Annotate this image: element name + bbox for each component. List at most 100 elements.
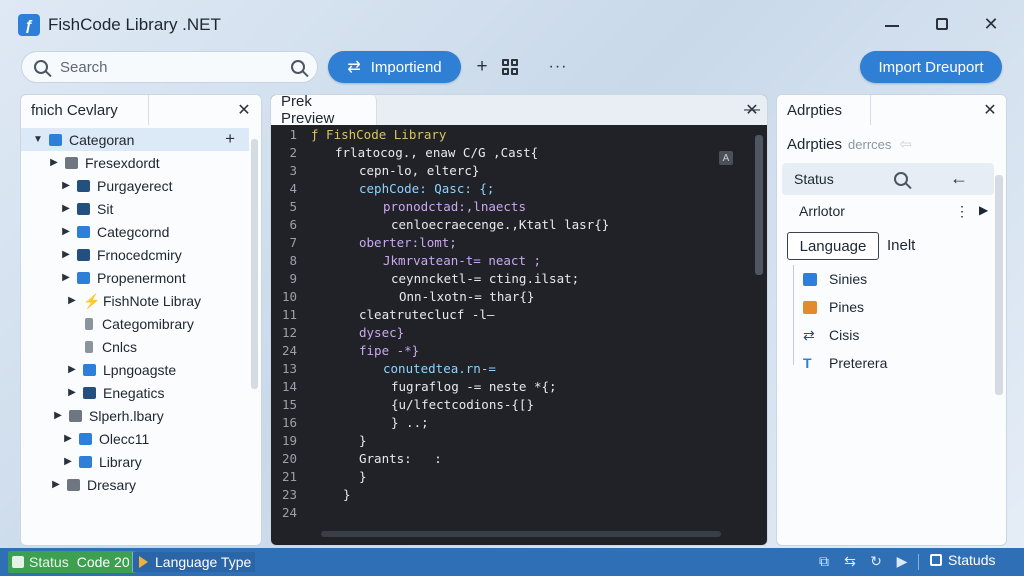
close-icon[interactable]: ✕ [743, 101, 761, 119]
importend-button[interactable]: ⇄ Importiend [328, 51, 461, 83]
divider [918, 554, 919, 570]
tree-item[interactable]: ▶ Categcornd [21, 220, 249, 243]
grid-icon[interactable] [499, 56, 521, 78]
tab-preview[interactable]: Prek Preview [271, 95, 377, 127]
chevron-right-icon[interactable]: ▶ [49, 157, 59, 168]
tree-item[interactable]: ▶ Sit [21, 197, 249, 220]
chevron-right-icon[interactable]: ▶ [61, 226, 71, 237]
architecture-label: Arrlotor [799, 203, 845, 219]
more-options-icon[interactable]: ··· [547, 56, 569, 78]
tree-item[interactable]: ▶ Dresary [21, 473, 249, 496]
search-icon [34, 60, 48, 74]
code-line: 15 {u/lfectcodions-{[} [271, 395, 755, 413]
tree-item[interactable]: ▶ Fresexdordt [21, 151, 249, 174]
tree-item-label: FishNote Libray [103, 292, 202, 309]
property-label: Pines [829, 299, 865, 315]
add-icon[interactable]: + [225, 129, 235, 149]
architecture-row[interactable]: Arrlotor ⋮ ▶ [799, 203, 989, 219]
chevron-right-icon[interactable]: ▶ [61, 180, 71, 191]
chevron-right-icon[interactable]: ▶ [61, 249, 71, 260]
property-item[interactable]: ⇄ Cisis [803, 321, 887, 349]
code-line: 23} [271, 485, 755, 503]
title-bar: ƒ FishCode Library .NET ✕ [0, 0, 1024, 48]
chevron-right-icon[interactable]: ▶ [67, 364, 77, 375]
horizontal-scrollbar[interactable] [321, 531, 721, 537]
line-number: 16 [281, 414, 297, 430]
folder-icon [67, 478, 80, 491]
import-drexport-button[interactable]: Import Dreuport [860, 51, 1002, 83]
refresh-icon[interactable]: ↻ [868, 553, 884, 569]
tree-item[interactable]: ▶ Purgayerect [21, 174, 249, 197]
language-type-selector[interactable]: Language Type [132, 552, 256, 572]
chevron-right-icon[interactable]: ▶ [67, 387, 77, 398]
chevron-right-icon[interactable]: ▶ [61, 272, 71, 283]
tree-item[interactable]: ▶ Olecc11 [21, 427, 249, 450]
tree-item[interactable]: ▶ ⚡ FishNote Libray [21, 289, 249, 312]
chevron-right-icon[interactable]: ▶ [51, 479, 61, 490]
tree-item[interactable]: ▶ Library [21, 450, 249, 473]
property-item[interactable]: Sinies [803, 265, 887, 293]
line-number: 8 [289, 252, 297, 268]
code-text: oberter:lomt; [359, 234, 457, 250]
close-icon[interactable]: ✕ [235, 101, 253, 119]
search-box[interactable] [21, 51, 318, 83]
statuds-item[interactable]: Statuds [930, 552, 995, 568]
tab-library[interactable]: fnich Cevlary [21, 95, 149, 125]
chevron-down-icon[interactable]: ▼ [33, 134, 43, 145]
swap-icon[interactable]: ⇆ [842, 553, 858, 569]
kebab-menu-icon[interactable]: ⋮ [955, 203, 969, 220]
tree-item[interactable]: ▼ Categoran + [21, 128, 249, 151]
tree-item[interactable]: Categomibrary [21, 312, 249, 335]
code-text: dysec} [359, 324, 405, 340]
scrollbar[interactable] [755, 135, 763, 275]
status-bar: Status Code 20 Language Type ⧉ ⇆ ↻ ▶ Statud… [0, 548, 1024, 576]
line-number: 23 [281, 486, 297, 502]
chevron-right-icon[interactable]: ▶ [53, 410, 63, 421]
maximize-button[interactable] [930, 12, 954, 36]
code-line: 12 dysec} [271, 323, 755, 341]
code-editor[interactable]: 1 ƒ FishCode Library 2 frlatocog., enaw C/G… [271, 125, 755, 525]
minimize-button[interactable] [880, 12, 904, 36]
line-number: 7 [289, 234, 297, 250]
property-item[interactable]: Pines [803, 293, 887, 321]
back-icon[interactable]: ← [950, 168, 968, 189]
scrollbar[interactable] [995, 175, 1003, 395]
search-submit-icon[interactable] [291, 60, 305, 74]
tree-item[interactable]: ▶ Propenermont [21, 266, 249, 289]
status-filter-row[interactable]: Status ← [782, 163, 994, 195]
search-icon[interactable] [894, 172, 908, 186]
status-square-icon [12, 556, 24, 568]
close-icon[interactable]: ✕ [981, 101, 999, 119]
code-text: } ..; [391, 414, 429, 430]
window-title: FishCode Library .NET [48, 15, 221, 34]
scrollbar[interactable] [251, 139, 258, 389]
editor-glyph-icon[interactable]: A [719, 151, 733, 165]
add-icon[interactable]: + [471, 56, 493, 78]
code-line: 16 } ..; [271, 413, 755, 431]
chevron-right-icon[interactable]: ▶ [61, 203, 71, 214]
tree-item-label: Fresexdordt [85, 154, 160, 171]
tree-item[interactable]: ▶ Enegatics [21, 381, 249, 404]
tree-guide-line [793, 265, 794, 365]
tree-item[interactable]: ▶ Slperh.lbary [21, 404, 249, 427]
line-number: 13 [281, 360, 297, 376]
copy-icon[interactable]: ⧉ [816, 553, 832, 569]
back-arrow-icon[interactable]: ⇦ [899, 136, 912, 153]
chevron-right-icon[interactable]: ▶ [67, 295, 77, 306]
status-indicator[interactable]: Status Code 20 [8, 551, 136, 573]
language-button[interactable]: Language [787, 232, 879, 260]
close-window-button[interactable]: ✕ [979, 12, 1003, 36]
code-text: Grants: : [359, 450, 442, 466]
tree-item[interactable]: Cnlcs [21, 335, 249, 358]
tab-properties[interactable]: Adrpties [777, 95, 871, 125]
search-input[interactable] [60, 58, 280, 76]
tree-item[interactable]: ▶ Lpngoagste [21, 358, 249, 381]
play-icon[interactable]: ▶ [894, 553, 910, 569]
property-item[interactable]: T Preterera [803, 349, 887, 377]
chevron-right-icon[interactable]: ▶ [63, 433, 73, 444]
tree-item[interactable]: ▶ Frnocedcmiry [21, 243, 249, 266]
code-text: pronodctad:,lnaects [383, 198, 526, 214]
play-arrow-icon [139, 556, 148, 568]
chevron-right-icon[interactable]: ▶ [63, 456, 73, 467]
chevron-right-icon[interactable]: ▶ [979, 203, 988, 217]
